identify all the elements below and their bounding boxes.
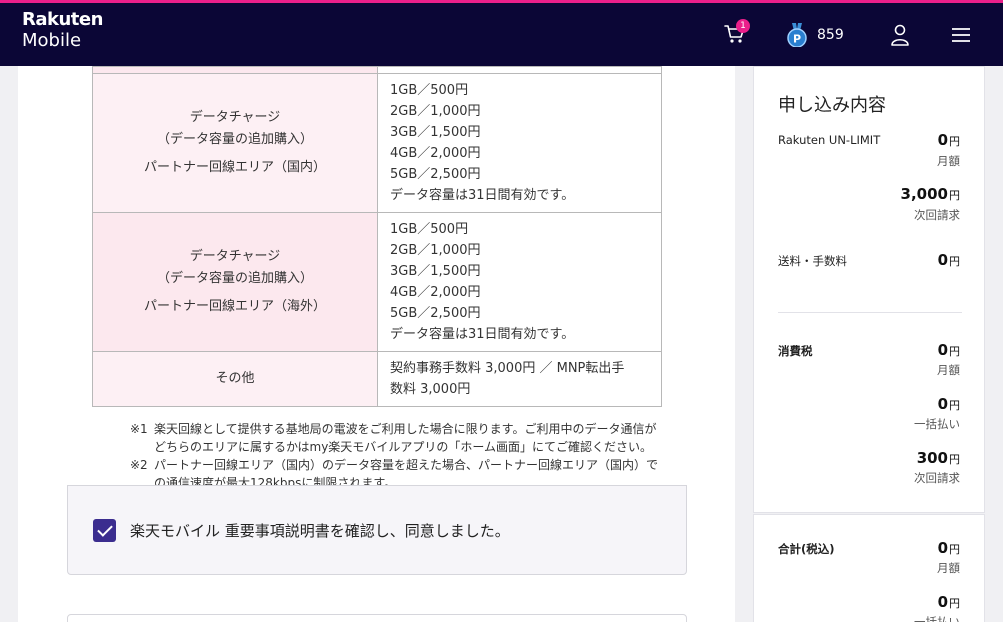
top-header: Rakuten Mobile <box>0 0 1003 66</box>
footnote-line: 楽天回線として提供する基地局の電波をご利用した場合に限ります。ご利用中のデータ通… <box>154 422 657 436</box>
agreement-label[interactable]: 楽天モバイル 重要事項説明書を確認し、同意しました。 <box>130 520 510 541</box>
tax-label: 消費税 <box>778 344 813 358</box>
table-row <box>92 66 662 74</box>
footnote-line: どちらのエリアに属するかはmy楽天モバイルアプリの「ホーム画面」にてご確認くださ… <box>154 440 652 454</box>
footnote-item: ※1 楽天回線として提供する基地局の電波をご利用した場合に限ります。ご利用中のデ… <box>130 420 670 456</box>
plan-next-amount: 3,000円 <box>900 185 960 203</box>
plan-label: Rakuten UN-LIMIT <box>778 133 881 147</box>
fees-amount: 0円 <box>937 251 960 269</box>
table-row-label: その他 <box>92 351 378 407</box>
summary-divider <box>778 312 962 313</box>
label-line: その他 <box>215 371 255 386</box>
tax-once-amount: 0円 <box>937 395 960 413</box>
logo-line-2: Mobile <box>22 30 82 51</box>
value-line: 契約事務手数料 3,000円 ／ MNP転出手 <box>390 361 625 376</box>
total-once-caption: 一括払い <box>914 615 960 622</box>
next-section-card <box>67 614 687 622</box>
value-line: 5GB／2,500円 <box>390 167 481 182</box>
label-line: （データ容量の追加購入） <box>156 271 313 286</box>
summary-title: 申し込み内容 <box>778 95 886 116</box>
total-monthly-amount: 0円 <box>937 539 960 557</box>
value-line: 2GB／1,000円 <box>390 104 481 119</box>
tax-once-caption: 一括払い <box>914 417 960 431</box>
table-row-value: 1GB／500円 2GB／1,000円 3GB／1,500円 4GB／2,000… <box>377 73 662 213</box>
order-summary: 申し込み内容 Rakuten UN-LIMIT 0円 月額 3,000円 次回請… <box>753 66 985 622</box>
value-line: データ容量は31日間有効です。 <box>390 188 575 203</box>
total-once-amount: 0円 <box>937 593 960 611</box>
value-line: 5GB／2,500円 <box>390 306 481 321</box>
agreement-checkbox[interactable] <box>93 519 116 542</box>
tax-next-caption: 次回請求 <box>914 471 960 485</box>
label-line: データチャージ <box>189 249 281 264</box>
value-line: 4GB／2,000円 <box>390 285 481 300</box>
value-line: 1GB／500円 <box>390 222 469 237</box>
agreement-box: 楽天モバイル 重要事項説明書を確認し、同意しました。 <box>67 485 687 575</box>
points-medal-icon: P <box>787 23 807 47</box>
rakuten-mobile-logo[interactable]: Rakuten Mobile <box>22 11 103 50</box>
total-label: 合計(税込) <box>778 542 835 556</box>
value-line: 4GB／2,000円 <box>390 146 481 161</box>
table-row: データチャージ （データ容量の追加購入） パートナー回線エリア（国内） 1GB／… <box>92 73 662 213</box>
svg-text:P: P <box>793 33 801 46</box>
points-button[interactable]: P 859 <box>787 22 844 48</box>
footnote-item: ※2 パートナー回線エリア（国内）のデータ容量を超えた場合、パートナー回線エリア… <box>130 456 670 486</box>
points-value: 859 <box>817 27 844 43</box>
table-row-label: データチャージ （データ容量の追加購入） パートナー回線エリア（海外） <box>92 212 378 352</box>
tax-monthly-amount: 0円 <box>937 341 960 359</box>
footnote-mark: ※1 <box>130 422 148 436</box>
table-row: その他 契約事務手数料 3,000円 ／ MNP転出手 数料 3,000円 <box>92 351 662 407</box>
label-line: パートナー回線エリア（国内） <box>143 160 326 175</box>
label-line: （データ容量の追加購入） <box>156 132 313 147</box>
label-line: パートナー回線エリア（海外） <box>143 299 326 314</box>
footnotes: ※1 楽天回線として提供する基地局の電波をご利用した場合に限ります。ご利用中のデ… <box>130 420 670 486</box>
summary-card: 申し込み内容 Rakuten UN-LIMIT 0円 月額 3,000円 次回請… <box>753 66 985 513</box>
footnote-mark: ※2 <box>130 458 148 472</box>
label-line: データチャージ <box>189 110 281 125</box>
footnote-line: パートナー回線エリア（国内）のデータ容量を超えた場合、パートナー回線エリア（国内… <box>154 458 659 472</box>
table-cell-cut-label <box>92 66 378 74</box>
value-line: 3GB／1,500円 <box>390 125 481 140</box>
table-row: データチャージ （データ容量の追加購入） パートナー回線エリア（海外） 1GB／… <box>92 212 662 352</box>
total-card: 合計(税込) 0円 月額 0円 一括払い <box>753 514 985 622</box>
value-line: データ容量は31日間有効です。 <box>390 327 575 342</box>
total-monthly-caption: 月額 <box>937 561 960 575</box>
value-line: 3GB／1,500円 <box>390 264 481 279</box>
hamburger-menu-icon[interactable] <box>951 27 971 43</box>
tax-monthly-caption: 月額 <box>937 363 960 377</box>
cart-count-badge: 1 <box>736 19 750 33</box>
plan-monthly-caption: 月額 <box>937 154 960 168</box>
tax-next-amount: 300円 <box>916 449 960 467</box>
value-line: 2GB／1,000円 <box>390 243 481 258</box>
value-line: 1GB／500円 <box>390 83 469 98</box>
logo-line-1: Rakuten <box>22 9 103 30</box>
plan-next-caption: 次回請求 <box>914 208 960 222</box>
table-row-value: 契約事務手数料 3,000円 ／ MNP転出手 数料 3,000円 <box>377 351 662 407</box>
value-line: 数料 3,000円 <box>390 382 471 397</box>
table-cell-cut-value <box>377 66 662 74</box>
table-row-value: 1GB／500円 2GB／1,000円 3GB／1,500円 4GB／2,000… <box>377 212 662 352</box>
fees-label: 送料・手数料 <box>778 254 847 268</box>
pricing-table: データチャージ （データ容量の追加購入） パートナー回線エリア（国内） 1GB／… <box>92 66 662 407</box>
plan-monthly-amount: 0円 <box>937 131 960 149</box>
table-row-label: データチャージ （データ容量の追加購入） パートナー回線エリア（国内） <box>92 73 378 213</box>
user-account-icon[interactable] <box>890 24 910 46</box>
